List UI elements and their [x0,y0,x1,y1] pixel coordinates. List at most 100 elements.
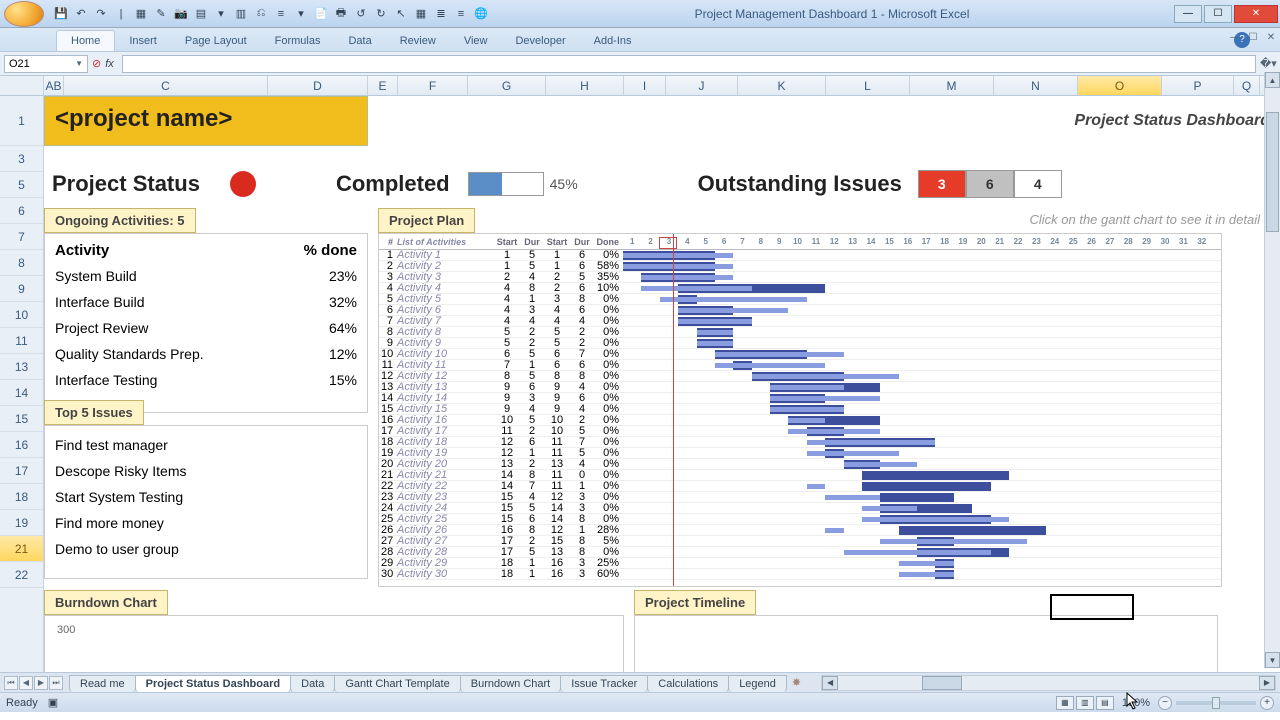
row-header[interactable]: 22 [0,562,43,588]
qat-icon[interactable]: 📷 [172,5,190,23]
sheet-tab[interactable]: Legend [728,675,787,692]
project-plan-panel[interactable]: Project Plan #List of ActivitiesStartDur… [378,208,1222,587]
close-button[interactable]: ✕ [1234,5,1278,23]
select-all-corner[interactable] [0,76,44,95]
ribbon-minimize-icon[interactable]: — [1228,30,1242,44]
sheet-tab[interactable]: Read me [69,675,136,692]
worksheet[interactable]: <project name> Project Status Dashboard … [44,96,1280,672]
column-header[interactable]: Q [1234,76,1260,95]
page-break-view-icon[interactable]: ▤ [1096,696,1114,710]
row-header[interactable]: 3 [0,146,43,172]
qat-icon[interactable]: 🌐 [472,5,490,23]
qat-icon[interactable]: ▤ [192,5,210,23]
zoom-thumb[interactable] [1212,697,1220,709]
ribbon-tab-add-ins[interactable]: Add-Ins [580,31,646,51]
sheet-tab[interactable]: Gantt Chart Template [334,675,460,692]
row-header[interactable]: 16 [0,432,43,458]
row-header[interactable]: 5 [0,172,43,198]
ribbon-tab-data[interactable]: Data [334,31,385,51]
scroll-left-icon[interactable]: ◀ [822,676,838,690]
ribbon-tab-view[interactable]: View [450,31,502,51]
page-layout-view-icon[interactable]: ▥ [1076,696,1094,710]
ribbon-tab-insert[interactable]: Insert [115,31,171,51]
qat-icon[interactable]: ≡ [452,5,470,23]
ribbon-tab-developer[interactable]: Developer [501,31,579,51]
qat-icon[interactable]: ↺ [352,5,370,23]
maximize-button[interactable]: ☐ [1204,5,1232,23]
column-header[interactable]: AB [44,76,64,95]
sheet-tab[interactable]: Burndown Chart [460,675,562,692]
qat-icon[interactable]: ▦ [132,5,150,23]
hscroll-thumb[interactable] [922,676,962,690]
zoom-slider[interactable] [1176,701,1256,705]
save-icon[interactable]: 💾 [52,5,70,23]
ribbon-tab-formulas[interactable]: Formulas [261,31,335,51]
qat-icon[interactable]: ⎌ [252,5,270,23]
row-header[interactable]: 9 [0,276,43,302]
column-header[interactable]: C [64,76,268,95]
column-header[interactable]: P [1162,76,1234,95]
ribbon-tab-page-layout[interactable]: Page Layout [171,31,261,51]
scroll-right-icon[interactable]: ▶ [1259,676,1275,690]
scroll-up-icon[interactable]: ▲ [1265,72,1280,88]
column-header[interactable]: O [1078,76,1162,95]
sheet-tab[interactable]: Project Status Dashboard [135,675,291,692]
tab-next-icon[interactable]: ▶ [34,676,48,690]
qat-icon[interactable]: ▾ [292,5,310,23]
expand-formula-icon[interactable]: �▾ [1260,57,1276,70]
tab-last-icon[interactable]: ⏭ [49,676,63,690]
column-header[interactable]: M [910,76,994,95]
office-button[interactable] [4,1,44,27]
row-header[interactable]: 15 [0,406,43,432]
vertical-scrollbar[interactable]: ▲ ▼ [1264,72,1280,668]
vscroll-thumb[interactable] [1266,112,1279,232]
row-header[interactable]: 18 [0,484,43,510]
row-header[interactable]: 8 [0,250,43,276]
zoom-out-button[interactable]: − [1158,696,1172,710]
row-header[interactable]: 19 [0,510,43,536]
project-name-cell[interactable]: <project name> [44,96,368,146]
fx-icon[interactable]: fx [105,58,114,70]
qat-icon[interactable]: ≣ [432,5,450,23]
sheet-tab[interactable]: Issue Tracker [560,675,648,692]
row-header[interactable]: 11 [0,328,43,354]
minimize-button[interactable]: — [1174,5,1202,23]
qat-icon[interactable]: 🖶 [332,5,350,23]
tab-first-icon[interactable]: ⏮ [4,676,18,690]
row-header[interactable]: 13 [0,354,43,380]
column-header[interactable]: D [268,76,368,95]
scroll-down-icon[interactable]: ▼ [1265,652,1280,668]
tab-nav[interactable]: ⏮ ◀ ▶ ⏭ [4,676,63,690]
column-header[interactable]: L [826,76,910,95]
row-header[interactable]: 21 [0,536,43,562]
horizontal-scrollbar[interactable]: ◀ ▶ [821,675,1276,691]
qat-icon[interactable]: ▥ [232,5,250,23]
dropdown-icon[interactable]: ▼ [75,59,83,68]
ribbon-restore-icon[interactable]: ☐ [1246,30,1260,44]
insert-sheet-icon[interactable]: ✸ [792,676,801,689]
column-header[interactable]: G [468,76,546,95]
undo-icon[interactable]: ↶ [72,5,90,23]
zoom-level[interactable]: 130% [1122,697,1150,709]
zoom-in-button[interactable]: + [1260,696,1274,710]
row-header[interactable]: 17 [0,458,43,484]
ribbon-close-icon[interactable]: ✕ [1264,30,1278,44]
row-header[interactable]: 1 [0,96,43,146]
sheet-tab[interactable]: Data [290,675,335,692]
row-header[interactable]: 14 [0,380,43,406]
qat-icon[interactable]: ↖ [392,5,410,23]
normal-view-icon[interactable]: ▦ [1056,696,1074,710]
cancel-icon[interactable]: ⊘ [92,57,101,70]
row-header[interactable]: 7 [0,224,43,250]
row-header[interactable]: 10 [0,302,43,328]
sheet-tab[interactable]: Calculations [647,675,729,692]
column-header[interactable]: N [994,76,1078,95]
formula-input[interactable] [122,55,1256,73]
redo-icon[interactable]: ↷ [92,5,110,23]
column-header[interactable]: H [546,76,624,95]
qat-icon[interactable]: 📄 [312,5,330,23]
column-header[interactable]: F [398,76,468,95]
qat-icon[interactable]: ▾ [212,5,230,23]
column-header[interactable]: I [624,76,666,95]
column-header[interactable]: K [738,76,826,95]
